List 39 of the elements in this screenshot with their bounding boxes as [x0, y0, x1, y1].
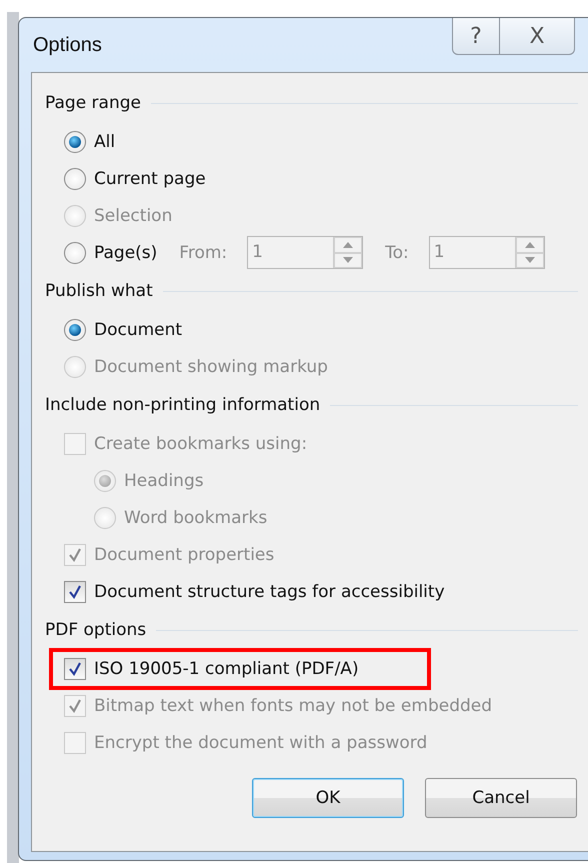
- radio-button[interactable]: [64, 168, 86, 190]
- ok-button[interactable]: OK: [252, 778, 404, 818]
- option-label: Document showing markup: [94, 356, 328, 376]
- option-label: ISO 19005-1 compliant (PDF/A): [94, 658, 359, 678]
- help-button[interactable]: ?: [452, 18, 500, 55]
- section-title: Publish what: [45, 281, 153, 301]
- section-title: PDF options: [45, 620, 146, 640]
- cancel-button[interactable]: Cancel: [425, 778, 577, 818]
- option-label: All: [94, 132, 116, 152]
- from-label: From:: [179, 242, 228, 262]
- up-arrow-icon[interactable]: [343, 242, 354, 248]
- window-title: Options: [33, 34, 102, 57]
- checkbox[interactable]: [64, 658, 86, 680]
- option-label: Document structure tags for accessibility: [94, 582, 445, 602]
- option-label: Word bookmarks: [124, 508, 268, 528]
- option-label: Current page: [94, 168, 206, 188]
- down-arrow-icon[interactable]: [524, 257, 535, 264]
- radio-button[interactable]: [64, 242, 86, 264]
- checkbox[interactable]: [64, 580, 86, 602]
- radio-button[interactable]: [64, 130, 86, 152]
- option-label: Selection: [94, 206, 172, 226]
- radio-button[interactable]: [64, 318, 86, 340]
- option-label: Create bookmarks using:: [94, 434, 308, 454]
- checkmark-icon: [68, 584, 82, 598]
- down-arrow-icon[interactable]: [343, 257, 354, 264]
- up-arrow-icon[interactable]: [524, 242, 535, 248]
- checkmark-icon: [68, 662, 82, 676]
- section-title: Page range: [45, 93, 141, 113]
- option-label: Document: [94, 320, 182, 340]
- to-label: To:: [385, 242, 409, 262]
- checkmark-icon: [68, 698, 82, 712]
- option-label: Headings: [124, 470, 204, 490]
- option-label: Document properties: [94, 544, 274, 564]
- checkmark-icon: [68, 548, 82, 562]
- section-title: Include non-printing information: [45, 395, 320, 415]
- option-label: Page(s): [94, 242, 158, 262]
- option-label: Encrypt the document with a password: [94, 732, 428, 752]
- close-button[interactable]: X: [500, 18, 575, 55]
- option-label: Bitmap text when fonts may not be embedded: [94, 696, 492, 716]
